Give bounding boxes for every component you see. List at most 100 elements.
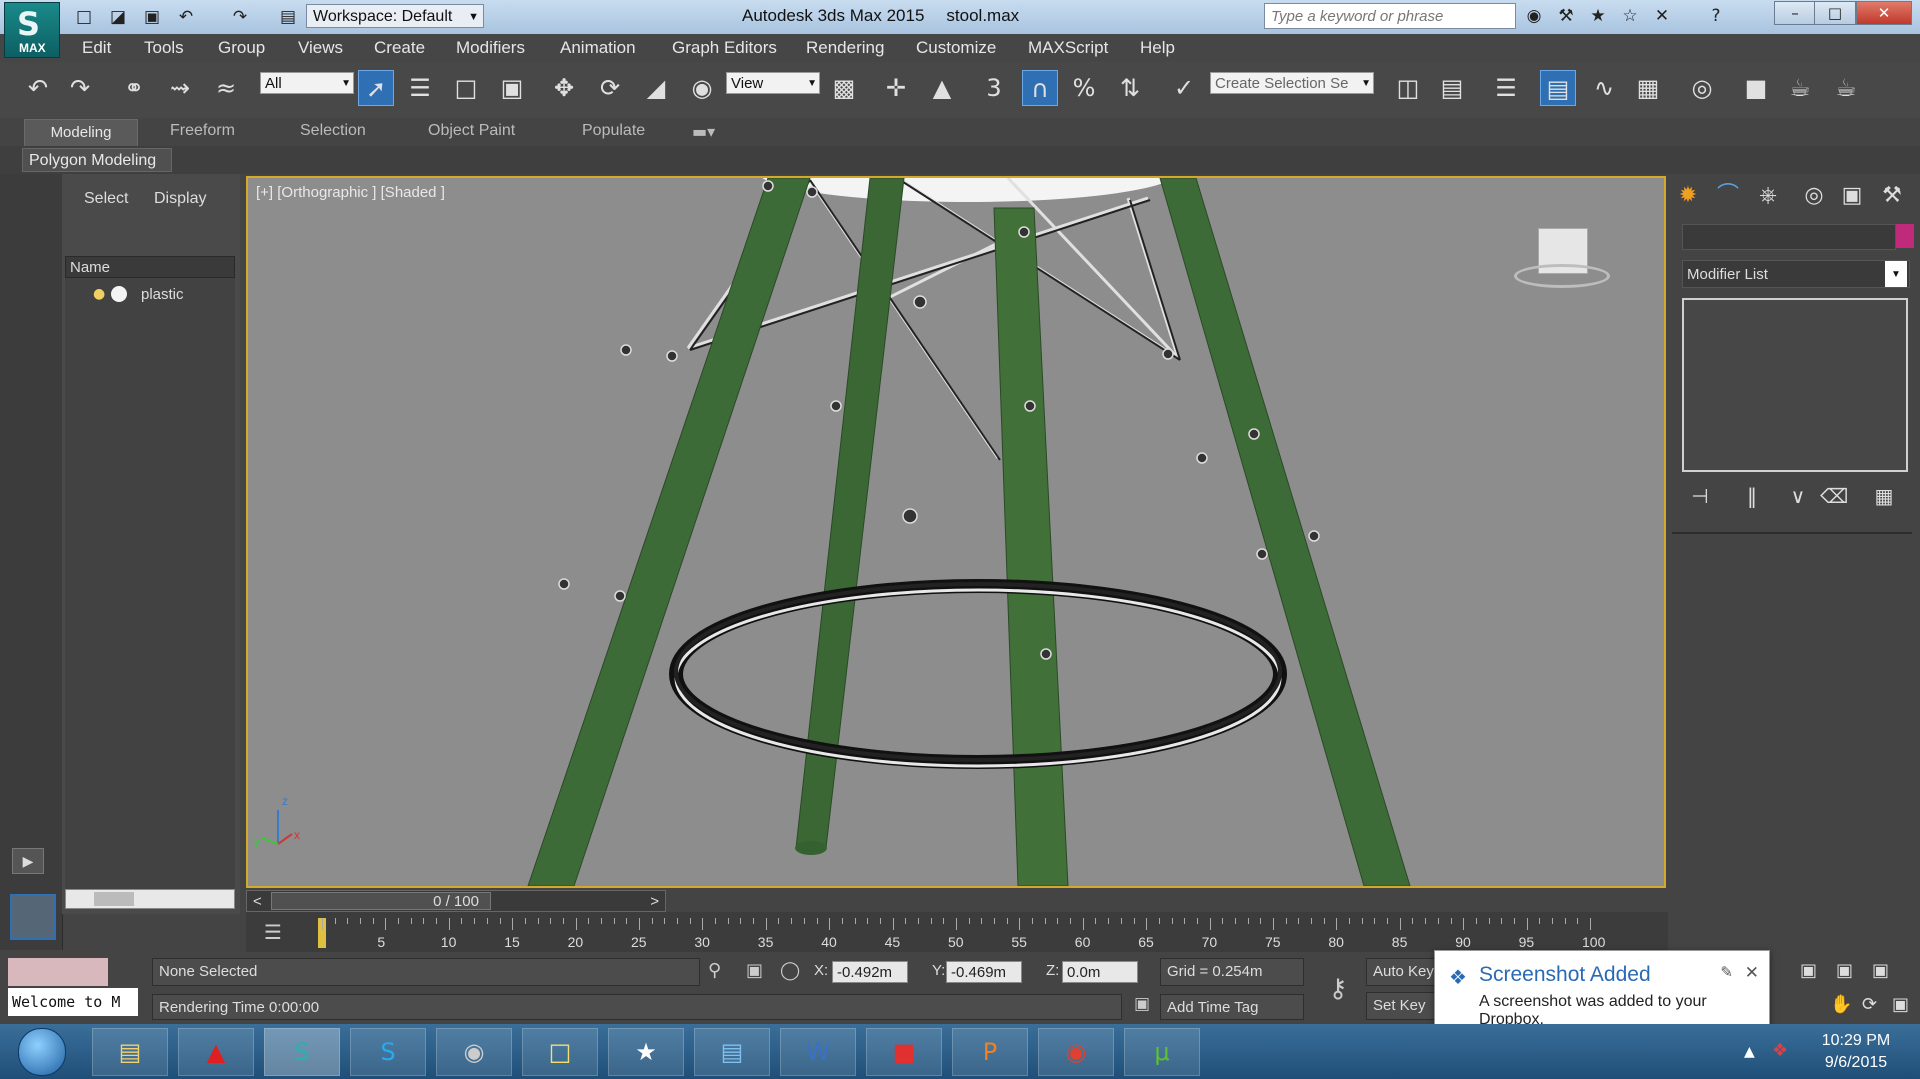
snap-toggle-button[interactable]: 3 (976, 70, 1012, 106)
add-time-tag[interactable]: Add Time Tag (1160, 994, 1304, 1020)
maximize-viewport-icon[interactable]: ▣ (1892, 994, 1909, 1015)
x-coordinate-field[interactable]: -0.492m (832, 961, 908, 983)
viewport-orthographic[interactable]: [+] [Orthographic ] [Shaded ] z x y (246, 176, 1666, 888)
sketchup-icon[interactable]: ■ (866, 1028, 942, 1076)
character-app-icon[interactable]: ★ (608, 1028, 684, 1076)
named-selection-dropdown[interactable]: Create Selection Se ▼ (1210, 72, 1374, 94)
modifier-stack[interactable] (1682, 298, 1908, 472)
menu-edit[interactable]: Edit (82, 38, 111, 58)
play-icon[interactable]: ▶ (12, 848, 44, 874)
place-icon[interactable]: ◉ (684, 70, 720, 106)
redo-button[interactable]: ↷ (62, 70, 98, 106)
utorrent-icon[interactable]: μ (1124, 1028, 1200, 1076)
tab-freeform[interactable]: Freeform (170, 122, 235, 140)
pivot-center-icon[interactable]: ▩ (826, 70, 862, 106)
set-key-button[interactable]: Set Key (1366, 992, 1438, 1020)
render-frame-icon[interactable]: ☕ (1782, 70, 1818, 106)
y-coordinate-field[interactable]: -0.469m (946, 961, 1022, 983)
window-crossing-icon[interactable]: ▣ (494, 70, 530, 106)
binoculars-icon[interactable]: ◉ (1522, 6, 1546, 28)
polygon-modeling-panel[interactable]: Polygon Modeling (22, 148, 172, 172)
utilities-tab-icon[interactable]: ⚒ (1876, 180, 1908, 212)
scene-horizontal-scrollbar[interactable] (65, 889, 235, 909)
link-icon[interactable]: ⚭ (116, 70, 152, 106)
undo-button[interactable]: ↶ (20, 70, 56, 106)
rotate-icon[interactable]: ⟳ (592, 70, 628, 106)
dropbox-tray-icon[interactable]: ❖ (1772, 1040, 1788, 1061)
time-slider[interactable]: < 0 / 100 > (246, 890, 666, 912)
hierarchy-tab-icon[interactable]: ⎈ (1752, 180, 1784, 212)
z-coordinate-field[interactable]: 0.0m (1062, 961, 1138, 983)
tab-populate[interactable]: Populate (582, 122, 645, 140)
photo-viewer-icon[interactable]: ▤ (694, 1028, 770, 1076)
skype-icon[interactable]: S (350, 1028, 426, 1076)
select-object-button[interactable]: ➚ (358, 70, 394, 106)
menu-group[interactable]: Group (218, 38, 265, 58)
object-color-swatch[interactable] (1896, 224, 1914, 248)
menu-animation[interactable]: Animation (560, 38, 636, 58)
search-input[interactable]: Type a keyword or phrase (1264, 3, 1516, 29)
maxscript-mini-listener[interactable]: Welcome to M (8, 988, 138, 1016)
close-button[interactable]: ✕ (1856, 1, 1912, 25)
motion-tab-icon[interactable]: ◎ (1798, 180, 1830, 212)
pin-icon[interactable]: ✎ (1720, 963, 1733, 981)
remove-modifier-icon[interactable]: ⌫ (1820, 484, 1848, 512)
scale-icon[interactable]: ◢ (638, 70, 674, 106)
file-explorer-icon[interactable]: ▤ (92, 1028, 168, 1076)
mirror-icon[interactable]: ◫ (1390, 70, 1426, 106)
chrome-icon[interactable]: ◉ (1038, 1028, 1114, 1076)
app-logo-button[interactable]: S MAX (4, 2, 60, 58)
percent-snap-icon[interactable]: % (1066, 70, 1102, 106)
maximize-button[interactable]: □ (1814, 1, 1856, 25)
mini-curve-editor-icon[interactable]: ☰ (264, 920, 282, 944)
make-unique-icon[interactable]: ∨ (1784, 484, 1812, 512)
menu-graph-editors[interactable]: Graph Editors (672, 38, 777, 58)
system-clock[interactable]: 10:29 PM 9/6/2015 (1806, 1030, 1906, 1074)
tab-object-paint[interactable]: Object Paint (428, 122, 515, 140)
word-icon[interactable]: W (780, 1028, 856, 1076)
maxscript-mini-listener-icon[interactable] (10, 894, 56, 940)
show-end-result-icon[interactable]: ‖ (1738, 484, 1766, 512)
absolute-mode-icon[interactable]: ◯ (780, 960, 800, 981)
menu-maxscript[interactable]: MAXScript (1028, 38, 1108, 58)
powerpoint-icon[interactable]: P (952, 1028, 1028, 1076)
object-name-field[interactable] (1682, 224, 1896, 250)
light-bulb-icon[interactable]: ● (93, 286, 105, 302)
edit-named-selection-icon[interactable]: ✓ (1166, 70, 1202, 106)
select-manipulate-icon[interactable]: ✛ (878, 70, 914, 106)
rect-selection-icon[interactable]: □ (448, 70, 484, 106)
list-item[interactable]: plastic (141, 286, 184, 303)
menu-tools[interactable]: Tools (144, 38, 184, 58)
zoom-extents-icon[interactable]: ▣ (1872, 960, 1889, 981)
orbit-icon[interactable]: ⟳ (1862, 994, 1877, 1015)
zoom-all-icon[interactable]: ▣ (1836, 960, 1853, 981)
menu-views[interactable]: Views (298, 38, 343, 58)
angle-snap-button[interactable]: ∩ (1022, 70, 1058, 106)
undo-icon[interactable]: ↶ (174, 6, 198, 28)
menu-rendering[interactable]: Rendering (806, 38, 884, 58)
favorites-icon[interactable]: ☆ (1618, 6, 1642, 28)
tab-display[interactable]: Display (154, 190, 206, 208)
sticky-notes-icon[interactable]: □ (522, 1028, 598, 1076)
scrollbar-thumb[interactable] (94, 892, 134, 906)
auto-key-button[interactable]: Auto Key (1366, 958, 1438, 986)
tray-expand-icon[interactable]: ▲ (1744, 1044, 1755, 1060)
project-folder-icon[interactable]: ▤ (276, 6, 300, 28)
help-icon[interactable]: ? (1704, 6, 1728, 28)
viewport-label[interactable]: [+] [Orthographic ] [Shaded ] (256, 184, 445, 201)
tab-select[interactable]: Select (84, 190, 128, 208)
curve-editor-icon[interactable]: ∿ (1586, 70, 1622, 106)
select-by-name-icon[interactable]: ☰ (402, 70, 438, 106)
menu-customize[interactable]: Customize (916, 38, 996, 58)
open-file-icon[interactable]: ◪ (106, 6, 130, 28)
autocad-icon[interactable]: ▲ (178, 1028, 254, 1076)
name-column-header[interactable]: Name (65, 256, 235, 278)
dropbox-notification[interactable]: ❖ Screenshot Added A screenshot was adde… (1434, 950, 1770, 1028)
subscription-icon[interactable]: ⚒ (1554, 6, 1578, 28)
zoom-icon[interactable]: ▣ (1800, 960, 1817, 981)
lock-icon[interactable]: ▣ (746, 960, 763, 981)
ribbon-options-icon[interactable]: ▬▾ (692, 122, 715, 141)
material-editor-icon[interactable]: ◎ (1684, 70, 1720, 106)
align-icon[interactable]: ▤ (1434, 70, 1470, 106)
pan-icon[interactable]: ✋ (1830, 994, 1852, 1015)
